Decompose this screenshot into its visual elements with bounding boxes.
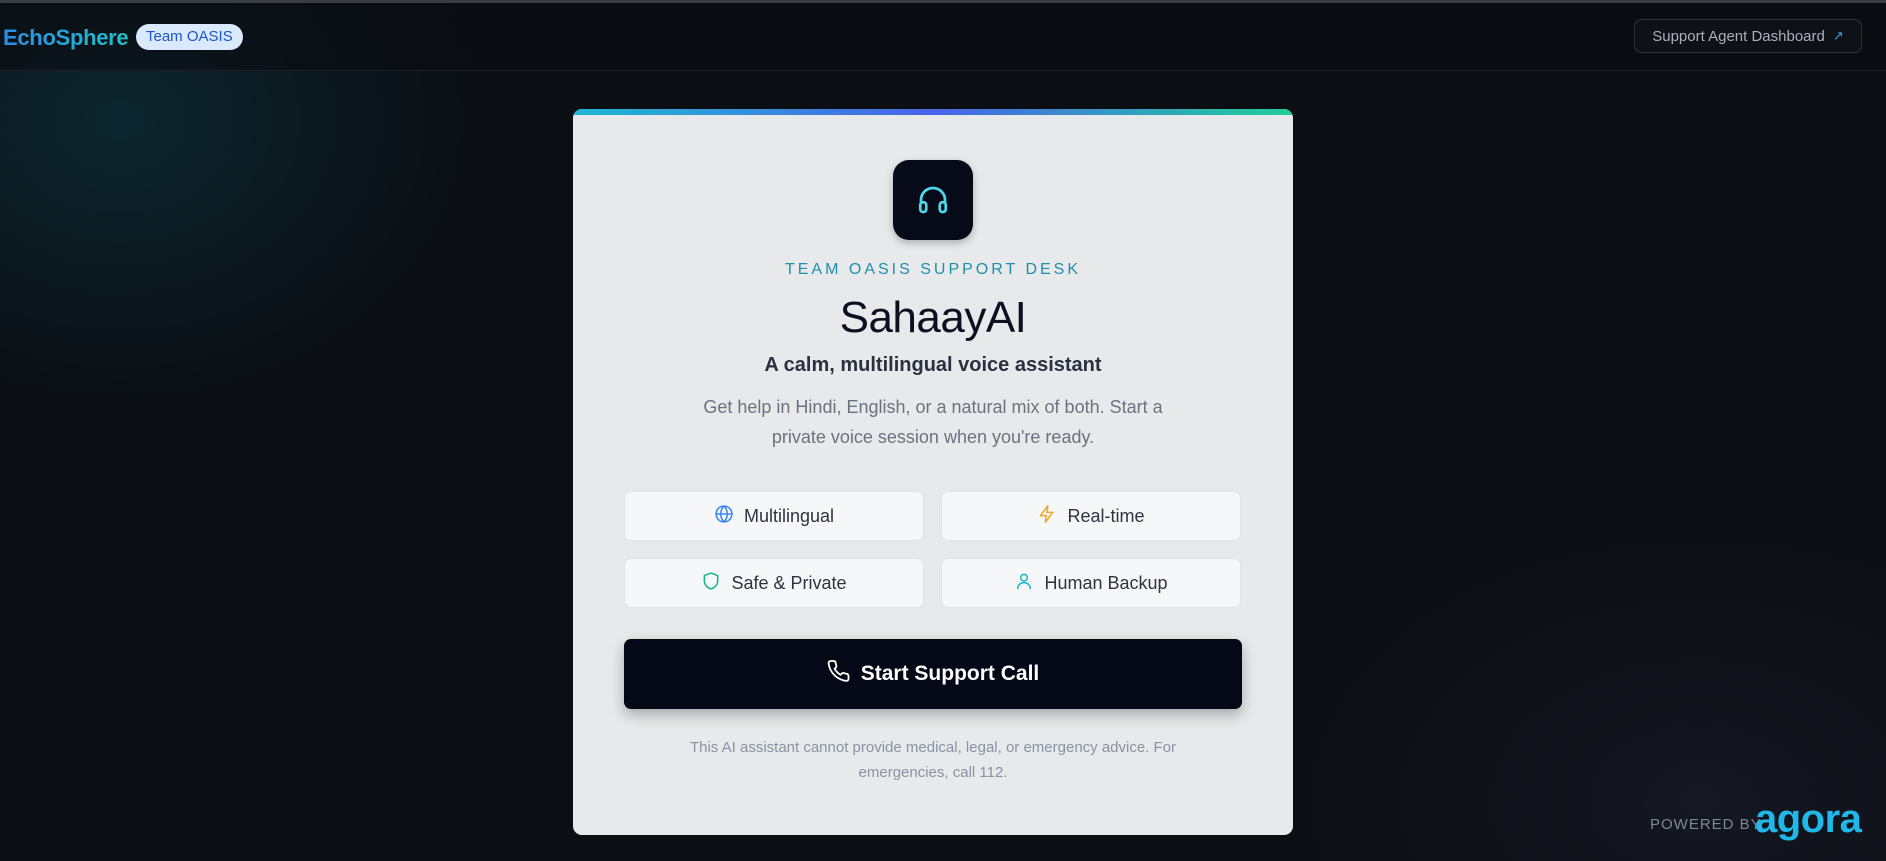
external-link-icon: ↗ xyxy=(1832,28,1844,43)
support-agent-dashboard-button[interactable]: Support Agent Dashboard ↗ xyxy=(1634,19,1862,53)
call-button-label: Start Support Call xyxy=(860,662,1040,685)
feature-real-time: Real-time xyxy=(941,491,1241,541)
feature-human-backup: Human Backup xyxy=(941,558,1241,608)
feature-label: Human Backup xyxy=(1044,572,1168,593)
support-desk-eyebrow: TEAM OASIS SUPPORT DESK xyxy=(784,261,1082,278)
team-badge: Team OASIS xyxy=(136,24,243,50)
powered-by-label: POWERED BY xyxy=(1650,816,1762,833)
start-support-call-button[interactable]: Start Support Call xyxy=(624,639,1242,709)
top-header: EchoSphere Team OASIS Support Agent Dash… xyxy=(0,3,1886,71)
phone-icon xyxy=(827,659,851,689)
feature-label: Safe & Private xyxy=(731,572,847,593)
feature-label: Real-time xyxy=(1067,505,1145,526)
page-subtitle: A calm, multilingual voice assistant xyxy=(764,354,1102,376)
feature-safe-private: Safe & Private xyxy=(624,558,924,608)
page-title: SahaayAI xyxy=(839,293,1027,342)
lightning-icon xyxy=(1037,504,1057,529)
dashboard-button-label: Support Agent Dashboard xyxy=(1652,27,1825,45)
card-accent-bar xyxy=(573,109,1293,115)
shield-icon xyxy=(701,571,721,596)
globe-icon xyxy=(714,504,734,529)
headphones-icon xyxy=(893,160,973,240)
support-card: TEAM OASIS SUPPORT DESK SahaayAI A calm,… xyxy=(573,109,1293,835)
feature-multilingual: Multilingual xyxy=(624,491,924,541)
brand-logo[interactable]: EchoSphere xyxy=(3,25,129,51)
page-description: Get help in Hindi, English, or a natural… xyxy=(703,397,1163,447)
user-icon xyxy=(1014,571,1034,596)
feature-label: Multilingual xyxy=(743,505,835,526)
agora-logo[interactable]: agora xyxy=(1755,797,1862,842)
disclaimer-text: This AI assistant cannot provide medical… xyxy=(689,739,1177,781)
